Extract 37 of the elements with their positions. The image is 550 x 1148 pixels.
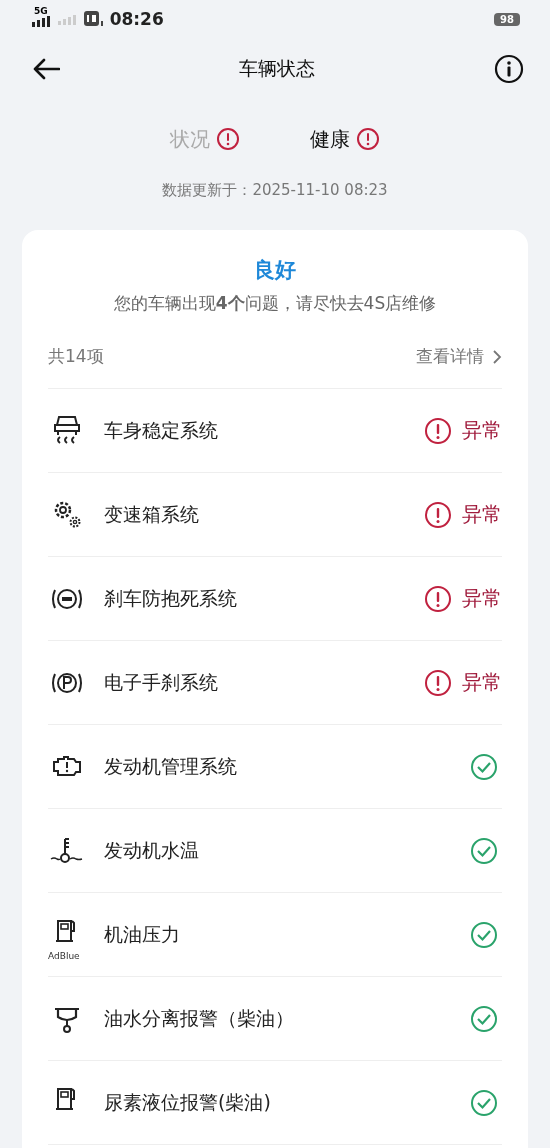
system-name: 油水分离报警（柴油） [104, 1005, 295, 1031]
details-link[interactable]: 查看详情 [416, 345, 502, 368]
clock: 08:26 [109, 9, 164, 29]
system-row[interactable]: 电子手刹系统 异常 [48, 641, 502, 725]
chevron-right-icon [492, 348, 502, 365]
system-name: 尿素液位报警(柴油) [104, 1089, 272, 1115]
overall-status: 良好 [253, 257, 297, 284]
system-row[interactable]: 发动机管理系统 [48, 725, 502, 809]
status-label: 异常 [462, 585, 502, 612]
system-row[interactable]: 发动机水温 [48, 809, 502, 893]
update-time: 数据更新于：2025-11-10 08:23 [161, 181, 389, 200]
hd-voice-icon [83, 11, 104, 27]
system-name: 车身稳定系统 [104, 417, 219, 443]
page-title: 车辆状态 [239, 56, 315, 81]
system-row[interactable]: 刹车防抱死系统 异常 [48, 557, 502, 641]
status-label: 异常 [462, 669, 502, 696]
system-row[interactable]: AdBlue 机油压力 [48, 893, 502, 977]
system-name: 刹车防抱死系统 [104, 585, 238, 611]
system-row[interactable]: 油水分离报警（柴油） [48, 977, 502, 1061]
system-name: 变速箱系统 [104, 501, 200, 527]
system-name: 电子手刹系统 [104, 669, 219, 695]
battery-indicator: 98 [494, 12, 520, 26]
status-label: 异常 [462, 417, 502, 444]
info-button[interactable] [494, 54, 524, 84]
back-button[interactable] [32, 58, 60, 80]
system-row[interactable]: 车身稳定系统 异常 [48, 389, 502, 473]
system-row[interactable]: 变速箱系统 异常 [48, 473, 502, 557]
system-name: 机油压力 [104, 921, 181, 947]
system-name: 发动机水温 [104, 837, 200, 863]
tab[interactable]: 健康 [310, 125, 380, 153]
icon-caption: AdBlue [48, 951, 80, 961]
item-count: 共14项 [48, 345, 104, 368]
system-row[interactable]: 尿素液位报警(柴油) [48, 1061, 502, 1145]
system-name: 发动机管理系统 [104, 753, 238, 779]
summary-message: 您的车辆出现4个问题，请尽快去4S店维修 [112, 292, 438, 315]
status-label: 异常 [462, 501, 502, 528]
network-label: 5G [34, 6, 48, 16]
